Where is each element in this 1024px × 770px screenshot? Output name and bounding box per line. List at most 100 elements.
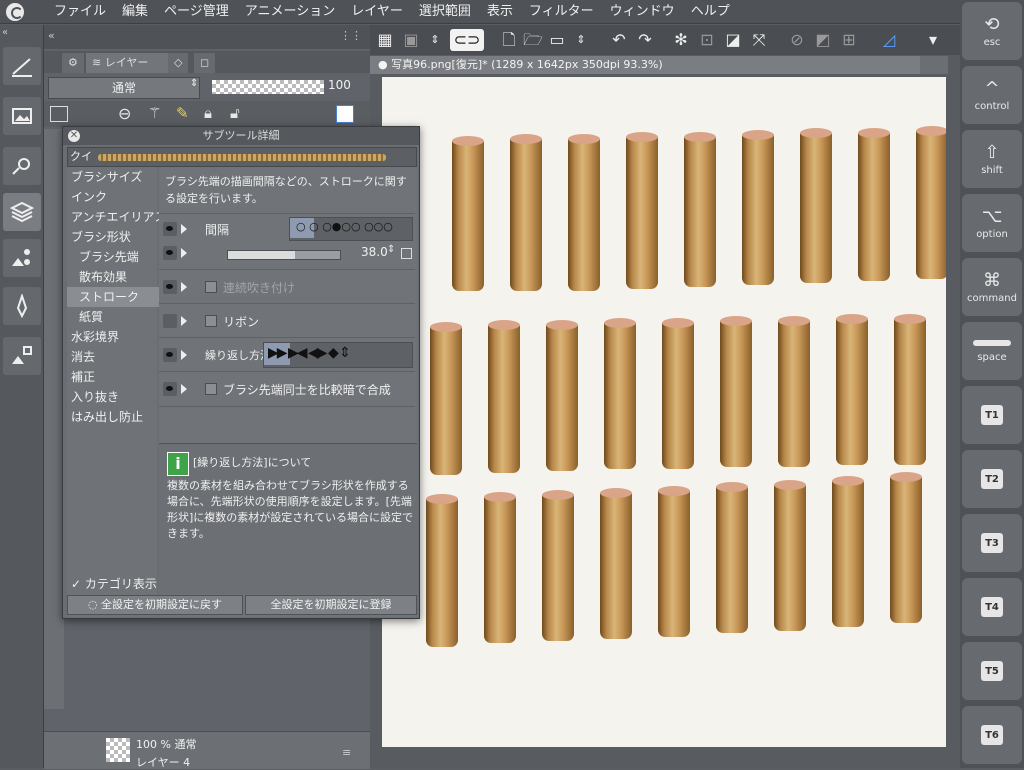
open-folder-icon[interactable]: 🗁︎ xyxy=(522,29,544,51)
opacity-slider[interactable] xyxy=(212,80,324,94)
spacing-mode-selector[interactable]: ○ ○ ○●○○ ○○○ xyxy=(289,217,413,241)
menu-window[interactable]: ウィンドウ xyxy=(602,0,683,24)
chevron-updown-icon[interactable]: ⇕ xyxy=(570,29,592,51)
redo-icon[interactable]: ↷ xyxy=(634,29,656,51)
menu-animation[interactable]: アニメーション xyxy=(237,0,343,24)
menu-view[interactable]: 表示 xyxy=(479,0,521,24)
menu-help[interactable]: ヘルプ xyxy=(683,0,738,24)
opacity-value[interactable]: 100 xyxy=(328,78,351,92)
blend-mode-select[interactable]: 通常 xyxy=(48,77,200,99)
crop-icon[interactable]: ⊡ xyxy=(696,29,718,51)
lock-icon[interactable]: 🔒︎ xyxy=(204,104,212,122)
menu-edit[interactable]: 編集 xyxy=(114,0,156,24)
category-overflow[interactable]: はみ出し防止 xyxy=(67,407,161,427)
ref-icon[interactable]: ⚚ xyxy=(148,104,161,122)
app-logo-icon[interactable] xyxy=(6,3,24,21)
t2-key[interactable]: T2 xyxy=(962,450,1022,508)
menu-page[interactable]: ページ管理 xyxy=(156,0,237,24)
category-brush-shape[interactable]: ブラシ形状 xyxy=(67,227,161,247)
clear-icon[interactable]: ✻ xyxy=(670,29,692,51)
space-key[interactable]: space xyxy=(962,322,1022,380)
t3-key[interactable]: T3 xyxy=(962,514,1022,572)
expand-icon[interactable] xyxy=(181,350,187,360)
transform-icon[interactable]: ⤧ xyxy=(748,29,770,51)
chevron-updown-icon[interactable]: ⇕ xyxy=(387,244,395,255)
category-watercolor[interactable]: 水彩境界 xyxy=(67,327,161,347)
chevron-updown-icon[interactable]: ⇕ xyxy=(424,29,446,51)
t1-key[interactable]: T1 xyxy=(962,386,1022,444)
continuous-spray-checkbox[interactable] xyxy=(205,281,217,293)
save-icon[interactable]: ▭ xyxy=(546,29,568,51)
ruler-icon[interactable]: ◿ xyxy=(878,29,900,51)
t5-key[interactable]: T5 xyxy=(962,642,1022,700)
tab-extra-2[interactable]: ◻ xyxy=(194,53,216,73)
document-tab[interactable]: ● 写真96.png[復元]* (1289 x 1642px 350dpi 93… xyxy=(370,56,924,74)
material-tool-icon[interactable] xyxy=(3,239,41,277)
eye-hidden-icon[interactable] xyxy=(163,314,177,328)
brush-tool-icon[interactable] xyxy=(3,287,41,325)
option-key[interactable]: ⌥ option xyxy=(962,194,1022,252)
menu-selection[interactable]: 選択範囲 xyxy=(411,0,479,24)
select-icon[interactable]: ⊞ xyxy=(838,29,860,51)
esc-key[interactable]: ⟲ esc xyxy=(962,2,1022,60)
register-default-button[interactable]: 全設定を初期設定に登録 xyxy=(245,595,417,615)
eye-icon[interactable] xyxy=(163,280,177,294)
expand-icon[interactable] xyxy=(181,248,187,258)
expand-icon[interactable] xyxy=(181,384,187,394)
color-layer-icon[interactable] xyxy=(336,105,354,123)
category-ink[interactable]: インク xyxy=(67,187,161,207)
close-icon[interactable]: ✕ xyxy=(68,130,80,142)
eye-icon[interactable] xyxy=(163,246,177,260)
menu-layer[interactable]: レイヤー xyxy=(343,0,411,24)
collapse-icon[interactable]: « xyxy=(2,27,8,38)
control-key[interactable]: ^ control xyxy=(962,66,1022,124)
link-icon[interactable]: ⊂⊃ xyxy=(450,29,484,51)
toolbar-menu-icon[interactable]: ▾ xyxy=(922,29,944,51)
category-brush-size[interactable]: ブラシサイズ xyxy=(67,167,161,187)
grip-icon[interactable]: ⋮⋮ xyxy=(340,29,362,42)
eye-icon[interactable] xyxy=(163,382,177,396)
pen-tool-icon[interactable] xyxy=(3,47,41,85)
ribbon-checkbox[interactable] xyxy=(205,315,217,327)
spacing-value[interactable]: 38.0 xyxy=(361,245,388,259)
fill-icon[interactable]: ◪ xyxy=(722,29,744,51)
spacing-dynamics-icon[interactable] xyxy=(401,248,412,259)
category-spray[interactable]: 散布効果 xyxy=(67,267,169,287)
menu-file[interactable]: ファイル xyxy=(46,0,114,24)
image-icon[interactable]: ▣ xyxy=(400,29,422,51)
repeat-method-selector[interactable]: ▶▶ ▶◀ ◀▶ ◆ ⇕ xyxy=(263,342,413,368)
tab-settings-icon[interactable]: ⚙ xyxy=(62,53,84,73)
show-category-checkbox[interactable]: ✓ カテゴリ表示 xyxy=(71,575,157,592)
category-antialias[interactable]: アンチエイリアス xyxy=(67,207,161,227)
compare-dark-checkbox[interactable] xyxy=(205,383,217,395)
settings-tool-icon[interactable] xyxy=(3,147,41,185)
collapse-icon[interactable]: « xyxy=(48,29,55,42)
reset-all-button[interactable]: ◌ 全設定を初期設定に戻す xyxy=(67,595,243,615)
new-file-icon[interactable]: 🗋︎ xyxy=(498,29,520,51)
invert-icon[interactable]: ◩ xyxy=(812,29,834,51)
mask-icon[interactable]: ⊖ xyxy=(118,104,131,123)
layer-row[interactable]: 100 % 通常 レイヤー 4 ≡ xyxy=(44,731,370,769)
category-correction[interactable]: 補正 xyxy=(67,367,161,387)
eye-icon[interactable] xyxy=(163,348,177,362)
deselect-icon[interactable]: ⊘ xyxy=(786,29,808,51)
image-tool-icon[interactable] xyxy=(3,97,41,135)
undo-icon[interactable]: ↶ xyxy=(608,29,630,51)
expand-icon[interactable] xyxy=(181,316,187,326)
tab-menu-icon[interactable] xyxy=(920,56,948,74)
category-paper[interactable]: 紙質 xyxy=(67,307,169,327)
t6-key[interactable]: T6 xyxy=(962,706,1022,764)
tab-layer[interactable]: ≋ レイヤー xyxy=(86,53,176,73)
category-taper[interactable]: 入り抜き xyxy=(67,387,161,407)
draft-icon[interactable]: ✎ xyxy=(176,104,189,122)
menu-filter[interactable]: フィルター xyxy=(521,0,602,24)
category-erase[interactable]: 消去 xyxy=(67,347,161,367)
drawing-canvas[interactable] xyxy=(382,77,946,747)
category-brush-tip[interactable]: ブラシ先端 xyxy=(67,247,169,267)
alpha-lock-icon[interactable]: 🔓︎ xyxy=(230,104,240,122)
spacing-slider[interactable] xyxy=(227,250,341,260)
expand-icon[interactable] xyxy=(181,282,187,292)
t4-key[interactable]: T4 xyxy=(962,578,1022,636)
nav-tool-icon[interactable] xyxy=(3,337,41,375)
eye-icon[interactable] xyxy=(163,222,177,236)
